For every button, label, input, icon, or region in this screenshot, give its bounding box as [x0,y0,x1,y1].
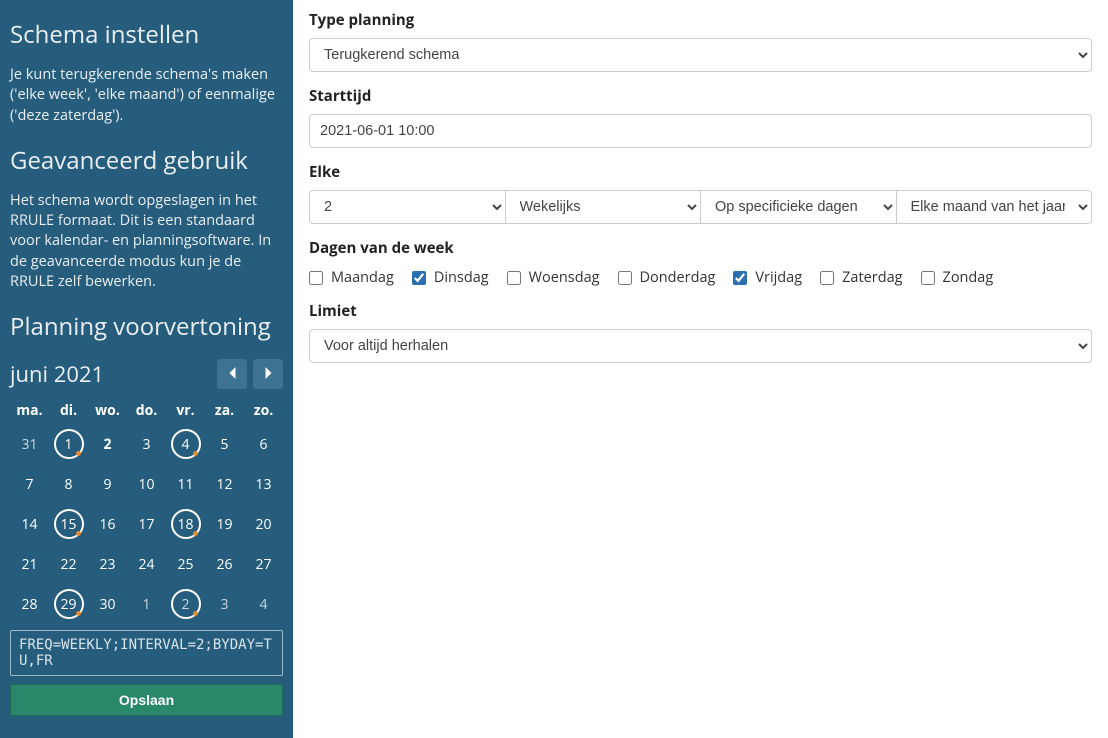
calendar-day[interactable]: 6 [249,429,279,459]
calendar-day[interactable]: 9 [93,469,123,499]
calendar-next-button[interactable] [253,359,283,389]
calendar-day[interactable]: 18 [171,509,201,539]
sidebar-heading-preview: Planning voorvertoning [10,310,283,343]
calendar-day[interactable]: 21 [15,549,45,579]
chevron-right-icon [264,366,273,383]
checkbox-zondag[interactable] [921,271,935,285]
calendar-day[interactable]: 31 [15,429,45,459]
input-starttime[interactable] [309,114,1092,148]
calendar-day[interactable]: 15 [54,509,84,539]
calendar-day[interactable]: 23 [93,549,123,579]
checkbox-donderdag[interactable] [618,271,632,285]
calendar-day[interactable]: 5 [210,429,240,459]
calendar-day[interactable]: 20 [249,509,279,539]
day-checkbox-maandag[interactable]: Maandag [309,268,394,287]
calendar-day[interactable]: 14 [15,509,45,539]
calendar-day[interactable]: 8 [54,469,84,499]
calendar-day[interactable]: 30 [93,589,123,619]
calendar-weekday-header: wo. [88,397,127,424]
calendar-day[interactable]: 3 [210,589,240,619]
calendar-day[interactable]: 22 [54,549,84,579]
day-label: Woensdag [529,268,600,287]
calendar-day[interactable]: 12 [210,469,240,499]
calendar-day[interactable]: 29 [54,589,84,619]
label-limit: Limiet [309,301,1092,321]
day-checkbox-dinsdag[interactable]: Dinsdag [412,268,489,287]
day-checkbox-zaterdag[interactable]: Zaterdag [820,268,902,287]
rrule-textarea[interactable]: FREQ=WEEKLY;INTERVAL=2;BYDAY=TU,FR [10,630,283,676]
calendar-weekday-header: do. [127,397,166,424]
calendar-weekday-header: di. [49,397,88,424]
day-label: Dinsdag [434,268,489,287]
sidebar: Schema instellen Je kunt terugkerende sc… [0,0,293,738]
label-every: Elke [309,162,1092,182]
calendar-weekday-header: vr. [166,397,205,424]
calendar-prev-button[interactable] [217,359,247,389]
day-checkbox-vrijdag[interactable]: Vrijdag [733,268,802,287]
calendar-day[interactable]: 7 [15,469,45,499]
calendar-day[interactable]: 1 [54,429,84,459]
calendar-day[interactable]: 1 [132,589,162,619]
label-starttime: Starttijd [309,86,1092,106]
day-checkbox-woensdag[interactable]: Woensdag [507,268,600,287]
calendar-day[interactable]: 27 [249,549,279,579]
calendar: ma.di.wo.do.vr.za.zo. 311234567891011121… [10,397,283,624]
calendar-day[interactable]: 28 [15,589,45,619]
calendar-weekday-header: ma. [10,397,49,424]
day-label: Vrijdag [755,268,802,287]
calendar-weekday-header: zo. [244,397,283,424]
label-days-of-week: Dagen van de week [309,238,1092,258]
calendar-day[interactable]: 4 [171,429,201,459]
calendar-day[interactable]: 25 [171,549,201,579]
sidebar-heading-schema: Schema instellen [10,18,283,51]
calendar-day[interactable]: 17 [132,509,162,539]
day-label: Maandag [331,268,394,287]
checkbox-maandag[interactable] [309,271,323,285]
save-button[interactable]: Opslaan [10,684,283,716]
select-bysetpos[interactable]: Op specificieke dagen [701,190,897,224]
calendar-day[interactable]: 2 [93,429,123,459]
day-label: Zaterdag [842,268,902,287]
select-interval[interactable]: 2 [309,190,506,224]
select-limit[interactable]: Voor altijd herhalen [309,329,1092,363]
day-label: Zondag [943,268,994,287]
select-type-planning[interactable]: Terugkerend schema [309,38,1092,72]
checkbox-zaterdag[interactable] [820,271,834,285]
calendar-day[interactable]: 16 [93,509,123,539]
calendar-day[interactable]: 3 [132,429,162,459]
calendar-day[interactable]: 4 [249,589,279,619]
checkbox-dinsdag[interactable] [412,271,426,285]
calendar-day[interactable]: 19 [210,509,240,539]
day-checkbox-zondag[interactable]: Zondag [921,268,994,287]
day-label: Donderdag [640,268,716,287]
calendar-day[interactable]: 26 [210,549,240,579]
calendar-day[interactable]: 2 [171,589,201,619]
checkbox-vrijdag[interactable] [733,271,747,285]
label-type-planning: Type planning [309,10,1092,30]
sidebar-heading-advanced: Geavanceerd gebruik [10,144,283,177]
calendar-month-label: juni 2021 [10,359,104,389]
select-bymonth[interactable]: Elke maand van het jaar [897,190,1093,224]
day-checkbox-donderdag[interactable]: Donderdag [618,268,716,287]
calendar-day[interactable]: 10 [132,469,162,499]
sidebar-para-intro: Je kunt terugkerende schema's maken ('el… [10,65,283,126]
calendar-weekday-header: za. [205,397,244,424]
calendar-day[interactable]: 11 [171,469,201,499]
checkbox-woensdag[interactable] [507,271,521,285]
sidebar-para-advanced: Het schema wordt opgeslagen in het RRULE… [10,191,283,292]
calendar-day[interactable]: 24 [132,549,162,579]
chevron-left-icon [228,366,237,383]
main-form: Type planning Terugkerend schema Startti… [293,0,1108,738]
select-frequency[interactable]: Wekelijks [506,190,702,224]
calendar-day[interactable]: 13 [249,469,279,499]
